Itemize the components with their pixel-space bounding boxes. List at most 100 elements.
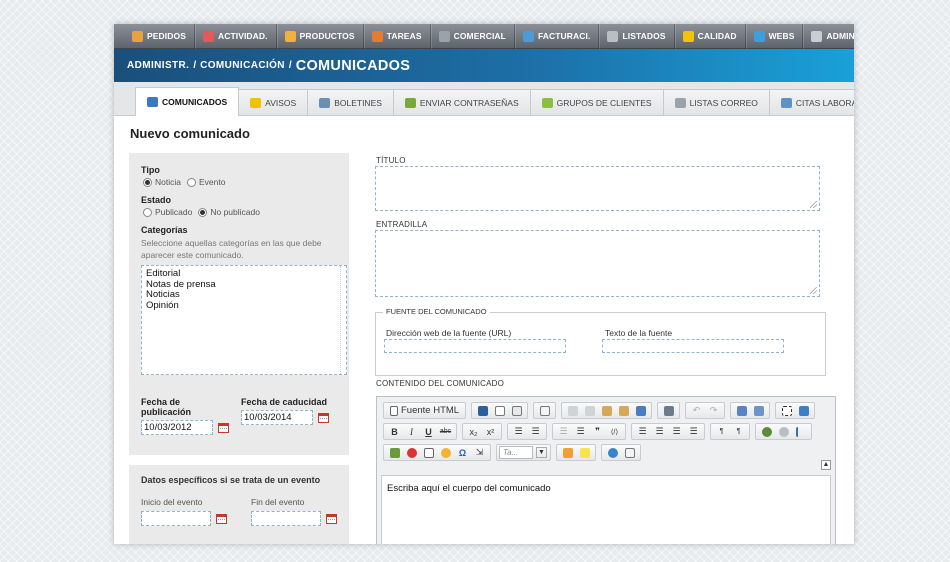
- remove-format-button[interactable]: [796, 403, 811, 418]
- link-button[interactable]: [759, 424, 774, 439]
- calendar-icon[interactable]: [326, 513, 337, 524]
- align-right-button[interactable]: ☰: [669, 424, 684, 439]
- fin-evento-input[interactable]: [251, 511, 321, 526]
- list-item[interactable]: Editorial: [146, 268, 342, 280]
- numbered-list-button[interactable]: ☰: [511, 424, 526, 439]
- align-justify-button[interactable]: ☰: [686, 424, 701, 439]
- editor-body[interactable]: Escriba aquí el cuerpo del comunicado: [381, 475, 831, 544]
- ltr-button[interactable]: ¶: [714, 424, 729, 439]
- blockquote-button[interactable]: ❞: [590, 424, 605, 439]
- breadcrumb-comunicacion[interactable]: COMUNICACIÓN: [200, 60, 285, 71]
- tab-enviar-contraseñas[interactable]: ENVIAR CONTRASEÑAS: [392, 89, 531, 115]
- align-left-button[interactable]: ☰: [635, 424, 650, 439]
- indent-button[interactable]: ☰: [573, 424, 588, 439]
- table-button[interactable]: [421, 445, 436, 460]
- resize-handle[interactable]: [810, 287, 817, 294]
- new-page-button[interactable]: [492, 403, 507, 418]
- list-item[interactable]: Opinión: [146, 300, 342, 312]
- nav-item-actividad[interactable]: ACTIVIDAD.: [195, 24, 277, 49]
- nav-item-label: CALIDAD: [697, 31, 737, 41]
- fecha-caducidad-input[interactable]: [241, 410, 313, 425]
- warning-icon: [250, 97, 262, 108]
- breadcrumb-current: COMUNICADOS: [295, 57, 411, 74]
- nav-item-facturaci[interactable]: FACTURACI.: [515, 24, 600, 49]
- paste-word-button[interactable]: [633, 403, 648, 418]
- text-color-button[interactable]: [560, 445, 575, 460]
- print-button[interactable]: [661, 403, 676, 418]
- show-blocks-icon: [624, 447, 635, 458]
- categorias-listbox[interactable]: Editorial Notas de prensa Noticias Opini…: [141, 265, 347, 375]
- listbox-scrollbar[interactable]: [340, 266, 346, 374]
- show-blocks-button[interactable]: [622, 445, 637, 460]
- subscript-button[interactable]: x₂: [466, 424, 481, 439]
- nav-item-tareas[interactable]: TAREAS: [364, 24, 431, 49]
- nav-item-listados[interactable]: LISTADOS: [599, 24, 675, 49]
- tab-comunicados[interactable]: COMUNICADOS: [135, 87, 240, 116]
- tab-boletines[interactable]: BOLETINES: [307, 89, 394, 115]
- tipo-evento-radio[interactable]: [186, 177, 196, 187]
- outdent-button[interactable]: ☰: [556, 424, 571, 439]
- save-button[interactable]: [475, 403, 490, 418]
- maximize-button[interactable]: [605, 445, 620, 460]
- link-icon: [761, 426, 772, 437]
- page-break-button[interactable]: ⇲: [472, 445, 487, 460]
- tab-citas-laboral[interactable]: CITAS LABORAL: [768, 89, 854, 115]
- calendar-icon[interactable]: [218, 422, 229, 433]
- estado-no-publicado-radio[interactable]: [198, 207, 208, 217]
- replace-button[interactable]: [751, 403, 766, 418]
- tab-avisos[interactable]: AVISOS: [238, 89, 309, 115]
- estado-publicado-radio[interactable]: [143, 207, 152, 217]
- entradilla-textarea[interactable]: [375, 230, 820, 297]
- select-all-button[interactable]: [779, 403, 794, 418]
- toolbar-collapse-button[interactable]: ▲: [821, 460, 831, 470]
- redo-button[interactable]: ↷: [706, 403, 721, 418]
- templates-button[interactable]: [537, 403, 552, 418]
- titulo-textarea[interactable]: [375, 166, 820, 211]
- align-center-button[interactable]: ☰: [652, 424, 667, 439]
- calendar-icon[interactable]: [216, 513, 227, 524]
- italic-button[interactable]: I: [404, 424, 419, 439]
- calendar-icon[interactable]: [318, 412, 329, 423]
- inicio-evento-input[interactable]: [141, 511, 211, 526]
- find-button[interactable]: [734, 403, 749, 418]
- tab-grupos-de-clientes[interactable]: GRUPOS DE CLIENTES: [529, 89, 664, 115]
- bold-button[interactable]: B: [387, 424, 402, 439]
- nav-item-productos[interactable]: PRODUCTOS: [277, 24, 364, 49]
- nav-item-pedidos[interactable]: PEDIDOS: [124, 24, 195, 49]
- copy-button[interactable]: [582, 403, 597, 418]
- tab-listas-correo[interactable]: LISTAS CORREO: [662, 89, 770, 115]
- anchor-button[interactable]: [793, 424, 808, 439]
- strike-button[interactable]: abc: [438, 424, 453, 439]
- rtl-button[interactable]: ¶: [731, 424, 746, 439]
- list-item[interactable]: Noticias: [146, 289, 342, 301]
- paste-button[interactable]: [599, 403, 614, 418]
- underline-button[interactable]: U: [421, 424, 436, 439]
- superscript-button[interactable]: x²: [483, 424, 498, 439]
- style-dropdown-button[interactable]: ▼: [536, 447, 547, 458]
- undo-button[interactable]: ↶: [689, 403, 704, 418]
- cut-button[interactable]: [565, 403, 580, 418]
- breadcrumb-admin[interactable]: ADMINISTR.: [127, 60, 189, 71]
- source-html-button[interactable]: Fuente HTML: [387, 403, 462, 418]
- fuente-texto-input[interactable]: [602, 339, 784, 353]
- nav-item-administr[interactable]: ADMINISTR.: [803, 24, 854, 49]
- nav-item-comercial[interactable]: COMERCIAL: [431, 24, 515, 49]
- paste-text-button[interactable]: [616, 403, 631, 418]
- fuente-url-input[interactable]: [384, 339, 566, 353]
- nav-item-webs[interactable]: WEBS: [746, 24, 804, 49]
- image-button[interactable]: [387, 445, 402, 460]
- nav-item-calidad[interactable]: CALIDAD: [675, 24, 746, 49]
- fecha-publicacion-input[interactable]: [141, 420, 213, 435]
- preview-button[interactable]: [509, 403, 524, 418]
- smiley-button[interactable]: [438, 445, 453, 460]
- unlink-button[interactable]: [776, 424, 791, 439]
- special-char-button[interactable]: Ω: [455, 445, 470, 460]
- resize-handle[interactable]: [810, 201, 817, 208]
- style-select[interactable]: Ta...: [499, 446, 533, 459]
- bulleted-list-button[interactable]: ☰: [528, 424, 543, 439]
- div-button[interactable]: ⟨/⟩: [607, 424, 622, 439]
- flash-button[interactable]: [404, 445, 419, 460]
- bg-color-button[interactable]: [577, 445, 592, 460]
- event-details-panel: Datos específicos si se trata de un even…: [129, 465, 349, 544]
- tipo-noticia-radio[interactable]: [143, 177, 152, 187]
